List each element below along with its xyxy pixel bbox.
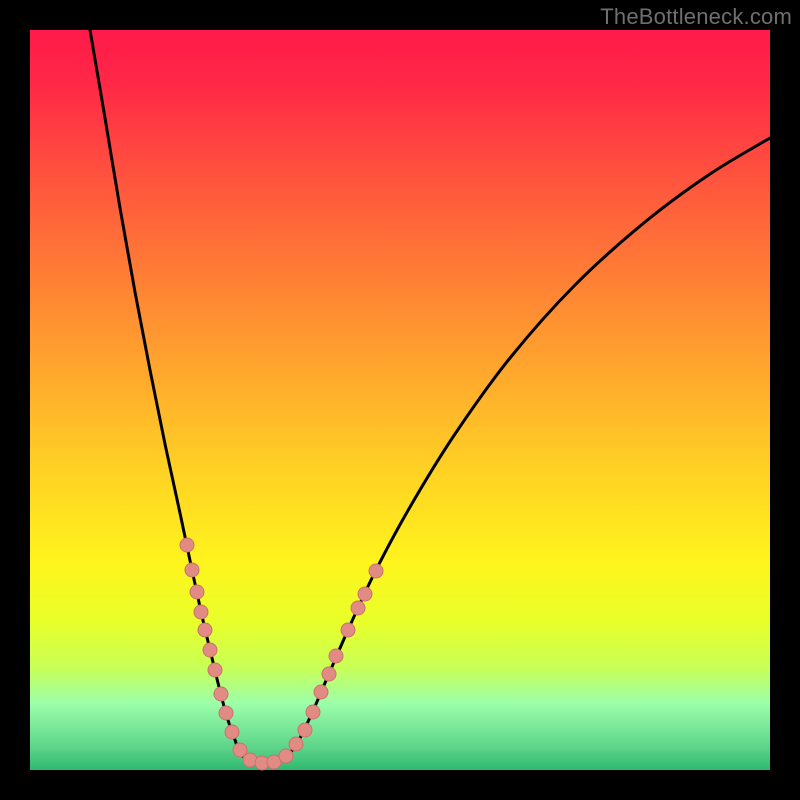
curve-marker: [214, 687, 228, 701]
curve-marker: [322, 667, 336, 681]
curve-svg: [30, 30, 770, 770]
curve-marker: [219, 706, 233, 720]
curve-marker: [185, 563, 199, 577]
curve-marker: [369, 564, 383, 578]
watermark-text: TheBottleneck.com: [600, 4, 792, 30]
curve-marker: [358, 587, 372, 601]
chart-frame: TheBottleneck.com: [0, 0, 800, 800]
curve-marker: [341, 623, 355, 637]
curve-marker: [190, 585, 204, 599]
curve-marker: [329, 649, 343, 663]
curve-marker: [180, 538, 194, 552]
plot-area: [30, 30, 770, 770]
curve-marker: [298, 723, 312, 737]
curve-marker: [198, 623, 212, 637]
curve-marker: [203, 643, 217, 657]
curve-marker: [306, 705, 320, 719]
bottleneck-curve: [90, 30, 770, 763]
curve-marker: [225, 725, 239, 739]
curve-marker: [289, 737, 303, 751]
curve-marker: [351, 601, 365, 615]
curve-markers: [180, 538, 383, 770]
curve-marker: [279, 749, 293, 763]
curve-marker: [208, 663, 222, 677]
curve-marker: [314, 685, 328, 699]
curve-marker: [194, 605, 208, 619]
